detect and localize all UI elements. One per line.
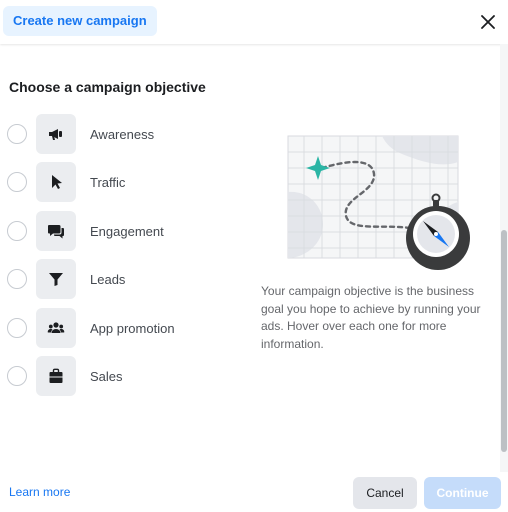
icon-box-awareness: [36, 114, 76, 154]
people-icon: [47, 322, 65, 333]
radio-traffic[interactable]: [7, 172, 27, 192]
icon-box-app-promotion: [36, 308, 76, 348]
header-tab-create-campaign[interactable]: Create new campaign: [3, 6, 157, 36]
radio-sales[interactable]: [7, 366, 27, 386]
map-compass-illustration: [287, 135, 470, 270]
objective-label-leads: Leads: [90, 271, 126, 287]
objective-description: Your campaign objective is the business …: [261, 284, 481, 351]
scrollbar-thumb[interactable]: [501, 230, 507, 452]
radio-engagement[interactable]: [7, 221, 27, 241]
shopping-bag-icon: [49, 368, 63, 383]
objective-app-promotion[interactable]: App promotion: [7, 308, 207, 348]
objective-awareness[interactable]: Awareness: [7, 114, 207, 154]
cursor-icon: [52, 175, 62, 189]
objective-label-sales: Sales: [90, 368, 123, 384]
continue-button[interactable]: Continue: [424, 477, 501, 509]
funnel-icon: [49, 273, 63, 286]
learn-more-link[interactable]: Learn more: [9, 485, 70, 499]
objective-leads[interactable]: Leads: [7, 259, 207, 299]
icon-box-leads: [36, 259, 76, 299]
close-button[interactable]: [476, 10, 500, 34]
objective-label-app-promotion: App promotion: [90, 320, 175, 336]
scrollbar[interactable]: [500, 44, 508, 472]
dialog-header: Create new campaign: [0, 0, 508, 44]
radio-app-promotion[interactable]: [7, 318, 27, 338]
megaphone-icon: [49, 129, 62, 140]
objective-traffic[interactable]: Traffic: [7, 162, 207, 202]
icon-box-engagement: [36, 211, 76, 251]
chat-bubbles-icon: [48, 225, 64, 239]
cancel-button[interactable]: Cancel: [353, 477, 417, 509]
objective-sales[interactable]: Sales: [7, 356, 207, 396]
objective-label-engagement: Engagement: [90, 223, 164, 239]
icon-box-sales: [36, 356, 76, 396]
close-icon: [481, 15, 495, 29]
objective-engagement[interactable]: Engagement: [7, 211, 207, 251]
objective-label-awareness: Awareness: [90, 126, 155, 142]
radio-awareness[interactable]: [7, 124, 27, 144]
objective-label-traffic: Traffic: [90, 174, 126, 190]
radio-leads[interactable]: [7, 269, 27, 289]
page-title: Choose a campaign objective: [9, 79, 206, 95]
icon-box-traffic: [36, 162, 76, 202]
footer-divider: [0, 470, 500, 471]
